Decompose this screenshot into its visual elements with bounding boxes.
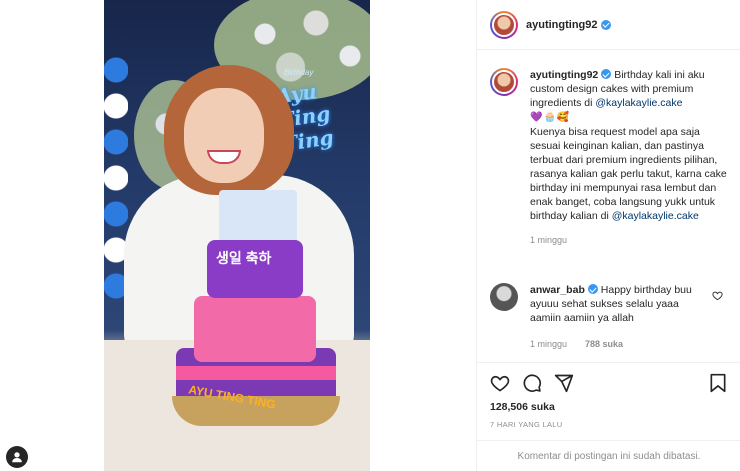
- caption-verified-icon: [601, 69, 612, 79]
- caption-emojis: 💜🧁🥰: [530, 112, 571, 123]
- action-icons: [490, 373, 574, 393]
- post-actions: 128,506 suka 7 HARI YANG LALU: [477, 362, 740, 452]
- caption: ayutingting92 Birthday kali ini aku cust…: [490, 68, 730, 247]
- post-header: ayutingting92: [477, 0, 740, 50]
- comment-meta: 1 minggu 788 suka: [530, 337, 710, 351]
- avatar[interactable]: [490, 10, 518, 39]
- photo-sign-top: Birthday: [284, 68, 314, 77]
- cake-korean-text: 생일 축하: [216, 250, 272, 266]
- caption-body: ayutingting92 Birthday kali ini aku cust…: [530, 68, 730, 247]
- comment-body: anwar_bab Happy birthday buu ayuuu sehat…: [530, 283, 710, 351]
- comment-avatar[interactable]: [490, 283, 518, 311]
- comment-heart-icon[interactable]: [712, 290, 723, 301]
- caption-text-2: Kuenya bisa request model apa saja sesua…: [530, 126, 727, 222]
- comment-likes[interactable]: 788 suka: [585, 339, 623, 349]
- caption-link-1[interactable]: @kaylakaylie.cake: [595, 97, 682, 109]
- verified-icon: [600, 19, 611, 30]
- comments-restricted-note: Komentar di postingan ini sudah dibatasi…: [477, 440, 740, 471]
- post-image[interactable]: Birthday Ayu Ting Ting 생일 축하 AYU TING TI…: [104, 0, 370, 471]
- avatar-image: [492, 12, 516, 37]
- caption-avatar-image: [492, 70, 516, 94]
- comment-icon[interactable]: [522, 373, 542, 393]
- cake-middle-tier: [194, 296, 316, 362]
- caption-time[interactable]: 1 minggu: [530, 233, 730, 247]
- likes-count[interactable]: 128,506 suka: [490, 401, 555, 413]
- bookmark-icon[interactable]: [708, 373, 728, 393]
- caption-username[interactable]: ayutingting92: [530, 69, 598, 81]
- user-glyph: [12, 452, 22, 463]
- post-time[interactable]: 7 HARI YANG LALU: [490, 420, 562, 429]
- cake-ribbon: [176, 366, 336, 380]
- post-panel: ayutingting92 ayutingting92 Birthday kal…: [476, 0, 740, 471]
- user-icon[interactable]: [6, 446, 28, 468]
- header-username[interactable]: ayutingting92: [526, 19, 598, 31]
- photo-person-face: [184, 88, 264, 183]
- comment-verified-icon: [587, 284, 598, 294]
- caption-avatar[interactable]: [490, 68, 518, 96]
- cake-topper: [219, 190, 297, 242]
- comment-username[interactable]: anwar_bab: [530, 284, 585, 296]
- caption-link-2[interactable]: @kaylakaylie.cake: [612, 210, 699, 222]
- comment-time[interactable]: 1 minggu: [530, 339, 567, 349]
- comment-item: anwar_bab Happy birthday buu ayuuu sehat…: [490, 283, 730, 351]
- heart-icon[interactable]: [490, 373, 510, 393]
- share-icon[interactable]: [554, 373, 574, 393]
